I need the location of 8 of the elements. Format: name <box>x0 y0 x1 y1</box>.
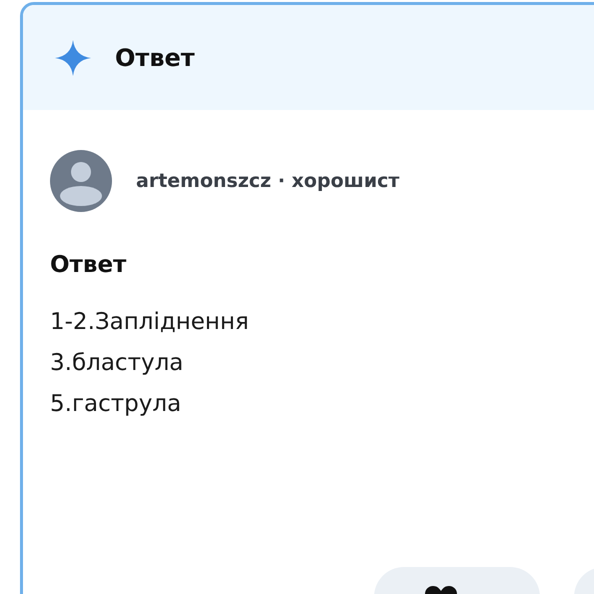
answer-line: 3.бластула <box>50 349 184 378</box>
header-title: Ответ <box>115 44 195 72</box>
answer-line: 5.гаструла <box>50 390 182 419</box>
answer-line: 1-2.Запліднення <box>50 308 250 337</box>
avatar-icon <box>50 150 112 212</box>
answer-heading: Ответ <box>50 252 128 278</box>
author-name: artemonszcz · хорошист <box>136 170 400 192</box>
sparkle-icon <box>55 40 91 76</box>
